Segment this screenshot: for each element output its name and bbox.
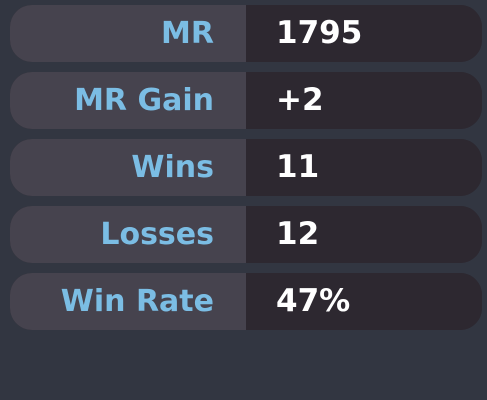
stat-value: 11	[246, 139, 482, 196]
stat-value: +2	[246, 72, 482, 129]
stat-value: 12	[246, 206, 482, 263]
stat-label: MR Gain	[10, 72, 246, 129]
stat-row-mr: MR 1795	[10, 5, 482, 62]
stat-row-losses: Losses 12	[10, 206, 482, 263]
stat-row-win-rate: Win Rate 47%	[10, 273, 482, 330]
stat-value: 47%	[246, 273, 482, 330]
stat-row-mr-gain: MR Gain +2	[10, 72, 482, 129]
stat-row-wins: Wins 11	[10, 139, 482, 196]
stat-label: Wins	[10, 139, 246, 196]
stat-value: 1795	[246, 5, 482, 62]
stat-label: Losses	[10, 206, 246, 263]
stats-panel: MR 1795 MR Gain +2 Wins 11 Losses 12 Win…	[10, 5, 482, 340]
stat-label: MR	[10, 5, 246, 62]
stat-label: Win Rate	[10, 273, 246, 330]
